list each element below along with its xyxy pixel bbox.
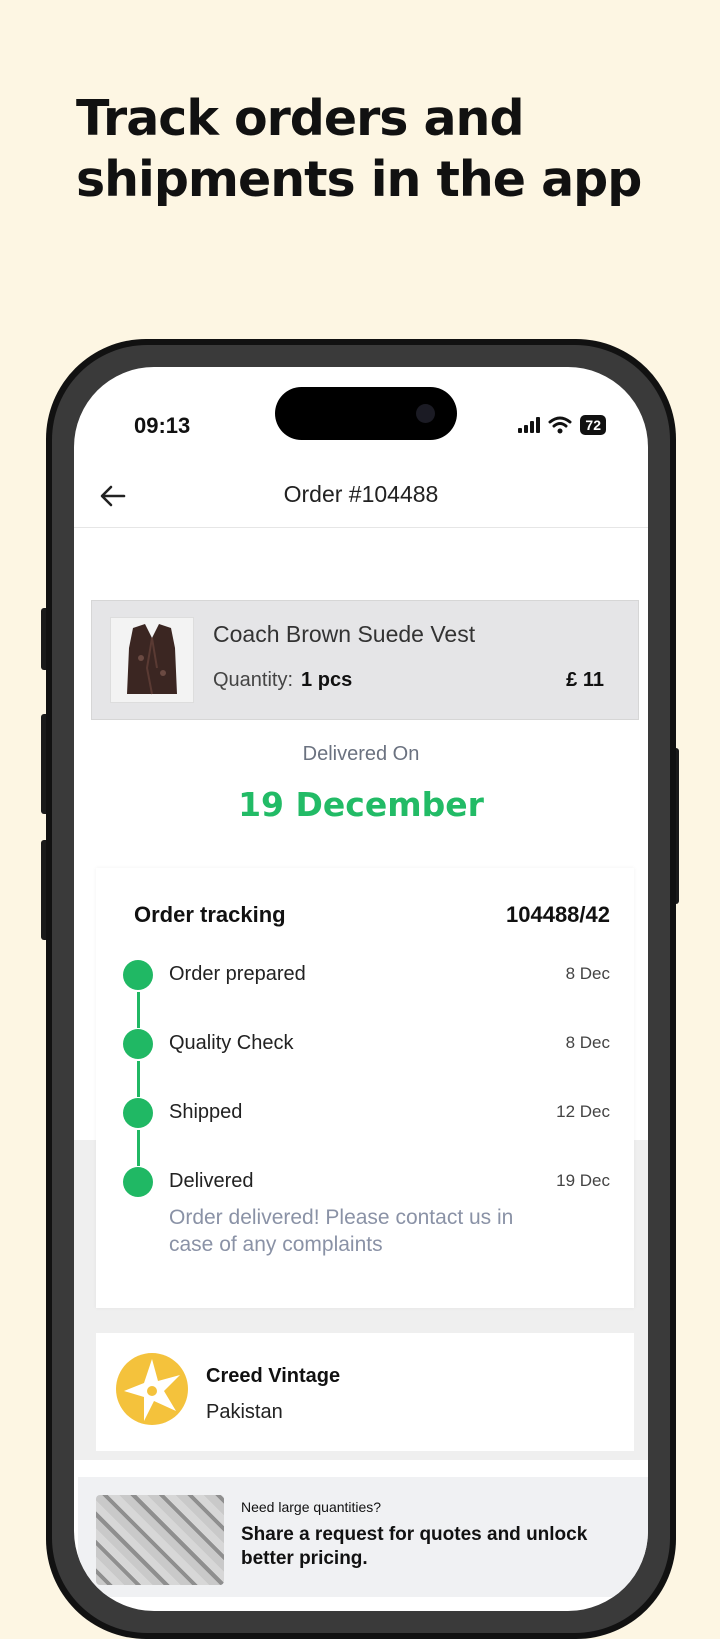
battery-indicator: 72	[580, 415, 606, 435]
star-badge-icon	[116, 1353, 188, 1425]
delivered-on-label: Delivered On	[302, 743, 420, 765]
timeline-connector	[137, 1061, 140, 1097]
step-date: 8 Dec	[565, 964, 610, 983]
step-complete-icon	[123, 1098, 153, 1128]
step-date: 12 Dec	[556, 1102, 610, 1121]
vest-image	[127, 624, 177, 695]
page-title: Order #104488	[283, 481, 439, 507]
seller-country: Pakistan	[206, 1401, 283, 1423]
status-time: 09:13	[134, 413, 191, 438]
promo-subtitle: Need large quantities?	[241, 1499, 382, 1515]
product-quantity: Quantity: 1 pcs	[213, 669, 352, 692]
delivered-date: 19 December	[238, 785, 484, 824]
product-price: £ 11	[566, 669, 604, 691]
headline-line-1: Track orders and	[76, 90, 525, 147]
step-label: Shipped	[169, 1101, 243, 1123]
timeline-connector	[137, 992, 140, 1028]
step-label: Order prepared	[169, 963, 306, 985]
status-icons: 72	[518, 415, 606, 435]
promo-title: Share a request for quotes and unlock be…	[241, 1524, 588, 1569]
seller-name: Creed Vintage	[206, 1365, 341, 1387]
front-camera	[416, 404, 435, 423]
timeline-connector	[137, 1130, 140, 1166]
product-card[interactable]: Coach Brown Suede Vest Quantity: 1 pcs £ …	[91, 600, 639, 720]
step-complete-icon	[123, 960, 153, 990]
bulk-bales-image	[96, 1495, 224, 1585]
dynamic-island	[275, 387, 457, 440]
step-date: 19 Dec	[556, 1171, 610, 1190]
tracking-title: Order tracking	[134, 902, 286, 927]
step-label: Quality Check	[169, 1032, 294, 1054]
quantity-value: 1 pcs	[301, 669, 353, 691]
step-date: 8 Dec	[565, 1033, 610, 1052]
seller-card[interactable]: Creed Vintage Pakistan	[96, 1333, 634, 1451]
quantity-label: Quantity:	[213, 669, 294, 691]
marketing-headline: Track orders and shipments in the app	[76, 88, 676, 210]
product-name: Coach Brown Suede Vest	[213, 621, 476, 647]
phone-bezel: 09:13 72 Order #104488 Coach Brown Suede…	[52, 345, 670, 1633]
phone-frame: 09:13 72 Order #104488 Coach Brown Suede…	[46, 339, 676, 1639]
order-tracking-card: Order tracking 104488/42 Order prepared …	[96, 868, 634, 1308]
bulk-quote-banner[interactable]: Need large quantities? Share a request f…	[78, 1477, 648, 1597]
phone-screen: 09:13 72 Order #104488 Coach Brown Suede…	[74, 367, 648, 1611]
delivery-note: Order delivered! Please contact us in ca…	[169, 1206, 514, 1256]
app-bar: Order #104488	[74, 467, 648, 528]
headline-line-2: shipments in the app	[76, 151, 642, 208]
wifi-icon	[548, 416, 572, 434]
step-complete-icon	[123, 1167, 153, 1197]
step-label: Delivered	[169, 1170, 254, 1192]
cellular-signal-icon	[518, 417, 541, 433]
step-complete-icon	[123, 1029, 153, 1059]
tracking-number: 104488/42	[506, 902, 610, 927]
product-thumbnail	[110, 617, 194, 703]
